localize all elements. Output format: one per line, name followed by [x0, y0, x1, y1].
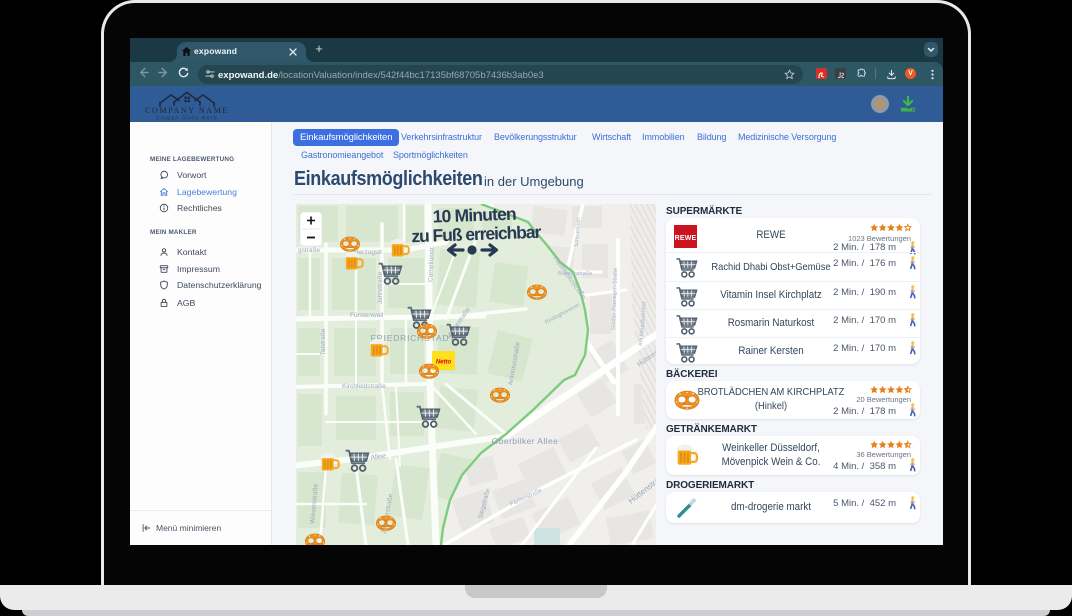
- svg-text:Kirchfeldstraße: Kirchfeldstraße: [342, 383, 386, 390]
- svg-text:Netto: Netto: [436, 359, 452, 365]
- svg-text:Corneliusstr.: Corneliusstr.: [427, 246, 435, 283]
- svg-text:Talstraße: Talstraße: [320, 328, 327, 355]
- svg-text:Fürstenwall: Fürstenwall: [350, 312, 384, 319]
- svg-text:Slogan Goes Here: Slogan Goes Here: [156, 116, 218, 122]
- svg-text:gstraße: gstraße: [298, 247, 320, 254]
- svg-text:Oberbilker Allee: Oberbilker Allee: [492, 436, 558, 446]
- svg-text:Jahnstraße: Jahnstraße: [377, 271, 384, 304]
- svg-text:Bunsenstraße: Bunsenstraße: [558, 271, 592, 277]
- svg-text:COMPANY NAME: COMPANY NAME: [145, 106, 229, 115]
